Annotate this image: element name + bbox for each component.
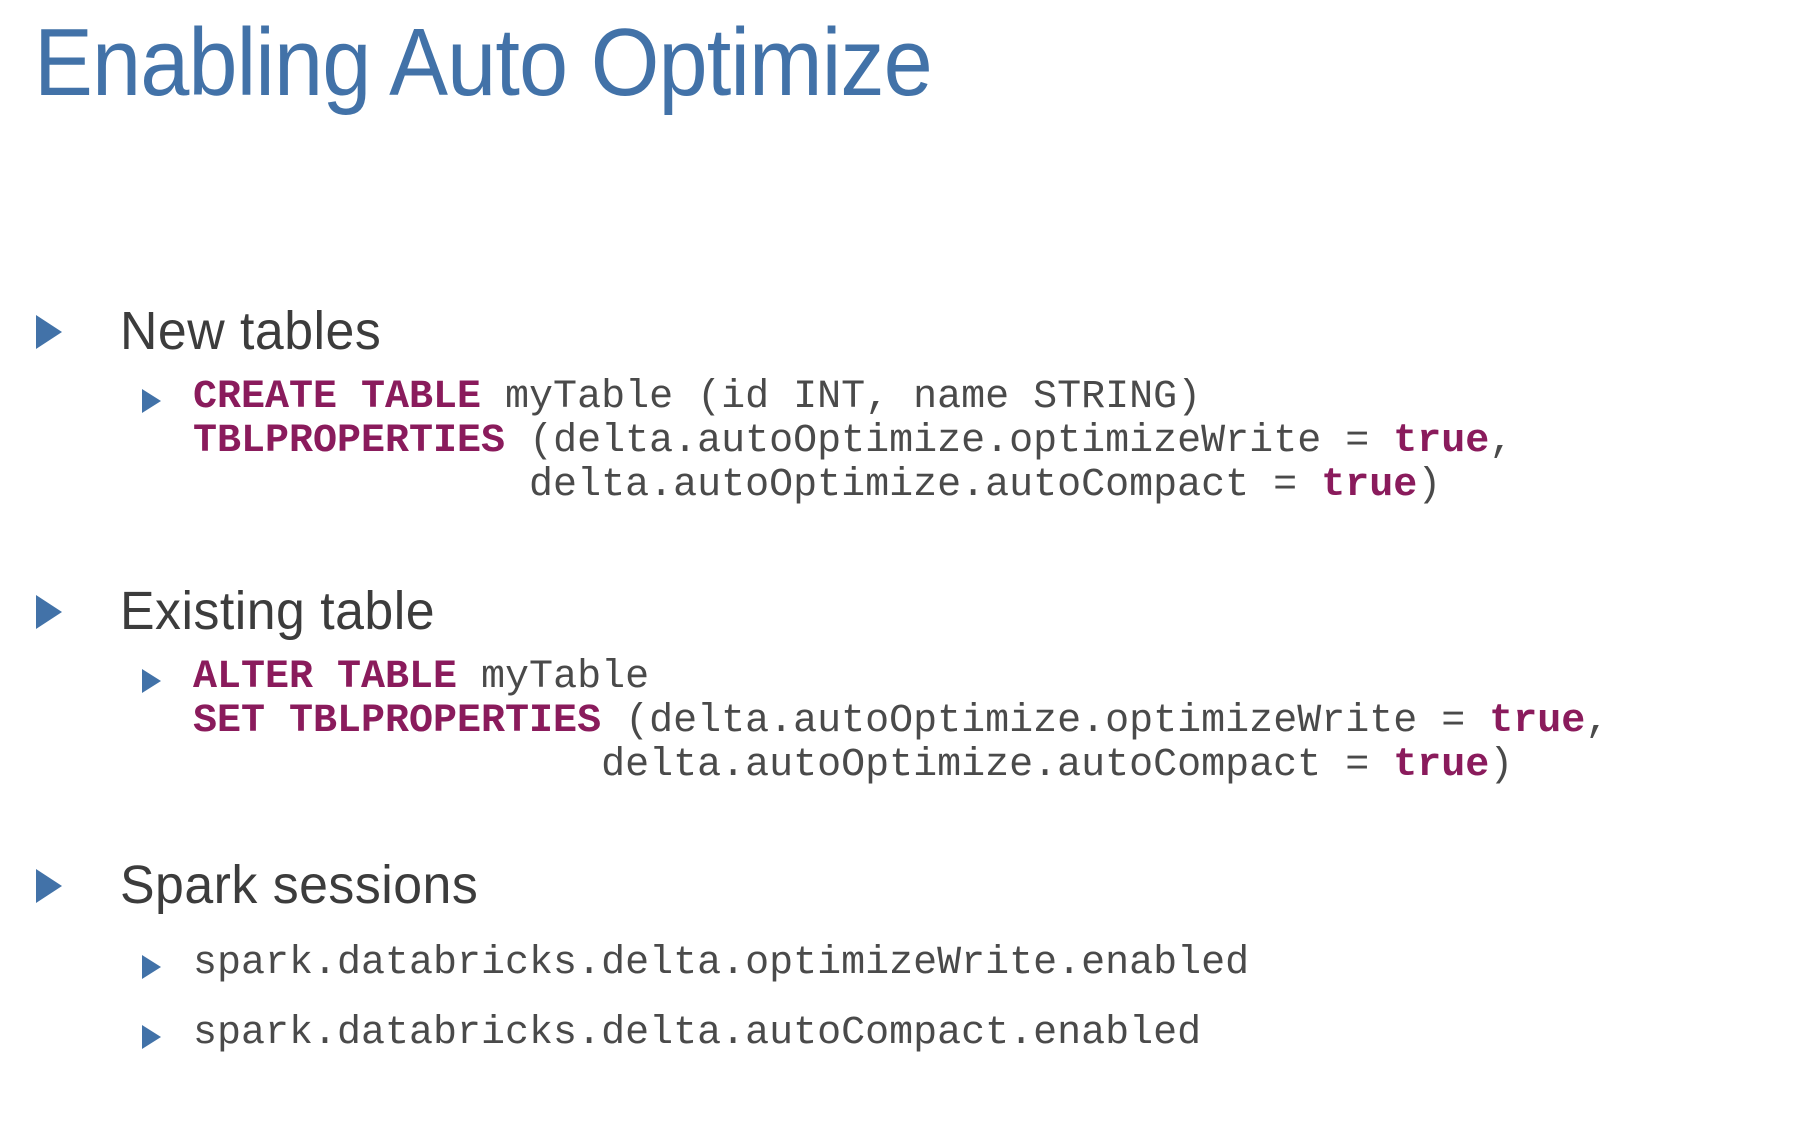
code-text-spark-optimize-write: spark.databricks.delta.optimizeWrite.ena… [193, 941, 1250, 986]
code-keyword: TBLPROPERTIES [193, 419, 506, 464]
code-plain: (delta.autoOptimize.optimizeWrite = [505, 419, 1394, 464]
bullet-label: Existing table [120, 581, 436, 641]
slide-body: New tables CREATE TABLE myTable (id INT,… [0, 300, 1806, 1056]
code-plain: ) [1417, 463, 1442, 508]
bullet-label: New tables [120, 301, 382, 361]
code-keyword: true [1489, 699, 1586, 744]
code-plain: myTable [457, 655, 650, 700]
code-keyword: CREATE TABLE [193, 375, 482, 420]
bullet-new-tables: New tables [0, 300, 1806, 362]
code-plain: myTable (id INT, name STRING) [481, 375, 1202, 420]
bullet-spark-sessions: Spark sessions [0, 854, 1806, 916]
bullet-existing-table: Existing table [0, 580, 1806, 642]
triangle-bullet-icon [36, 315, 62, 349]
code-text-alter-table: ALTER TABLE myTable SET TBLPROPERTIES (d… [193, 656, 1609, 788]
code-keyword: true [1321, 463, 1418, 508]
code-keyword: SET TBLPROPERTIES [193, 699, 602, 744]
code-keyword: ALTER TABLE [193, 655, 458, 700]
code-block-existing-table: ALTER TABLE myTable SET TBLPROPERTIES (d… [0, 656, 1806, 788]
code-plain: , [1585, 699, 1610, 744]
code-text-create-table: CREATE TABLE myTable (id INT, name STRIN… [193, 376, 1513, 508]
list-item-spark-auto-compact: spark.databricks.delta.autoCompact.enabl… [0, 1012, 1806, 1056]
bullet-label: Spark sessions [120, 855, 479, 915]
triangle-bullet-icon [36, 869, 62, 903]
triangle-subbullet-icon [142, 669, 161, 693]
list-item-spark-optimize-write: spark.databricks.delta.optimizeWrite.ena… [0, 942, 1806, 986]
triangle-subbullet-icon [142, 955, 161, 979]
code-keyword: true [1393, 419, 1490, 464]
code-plain: (delta.autoOptimize.optimizeWrite = [601, 699, 1490, 744]
triangle-bullet-icon [36, 595, 62, 629]
page-title: Enabling Auto Optimize [34, 9, 933, 116]
code-plain: ) [1489, 743, 1514, 788]
code-text-spark-auto-compact: spark.databricks.delta.autoCompact.enabl… [193, 1011, 1202, 1056]
triangle-subbullet-icon [142, 1025, 161, 1049]
code-block-new-tables: CREATE TABLE myTable (id INT, name STRIN… [0, 376, 1806, 508]
code-plain: , [1489, 419, 1514, 464]
code-keyword: true [1393, 743, 1490, 788]
code-plain: delta.autoOptimize.autoCompact = [193, 743, 1394, 788]
code-plain: delta.autoOptimize.autoCompact = [193, 463, 1322, 508]
triangle-subbullet-icon [142, 389, 161, 413]
